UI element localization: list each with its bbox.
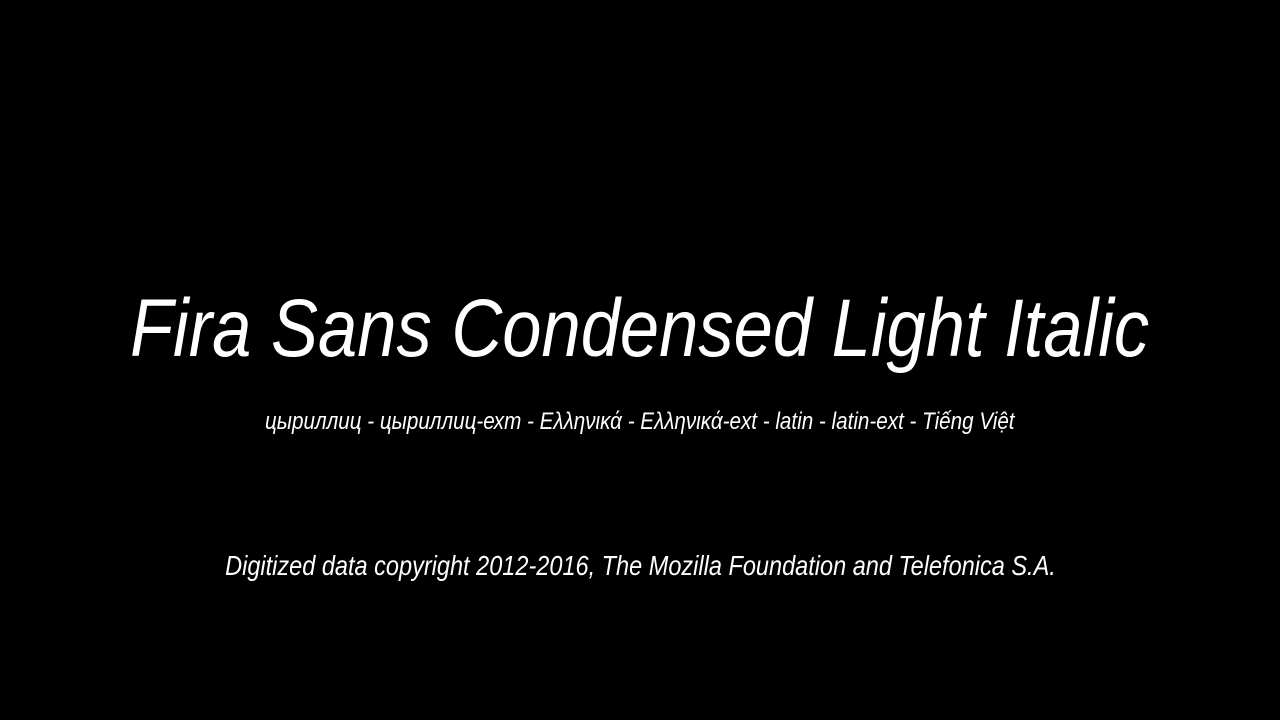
- font-subsets-text: цыриллиц - цыриллиц-ехт - Ελληνικά - Ελλ…: [265, 408, 1015, 435]
- copyright-notice: Digitized data copyright 2012-2016, The …: [0, 550, 1280, 582]
- font-title: Fira Sans Condensed Light Italic: [0, 282, 1280, 376]
- font-subsets: цыриллиц - цыриллиц-ехт - Ελληνικά - Ελλ…: [0, 408, 1280, 436]
- font-title-text: Fira Sans Condensed Light Italic: [130, 283, 1150, 374]
- copyright-text: Digitized data copyright 2012-2016, The …: [224, 550, 1056, 581]
